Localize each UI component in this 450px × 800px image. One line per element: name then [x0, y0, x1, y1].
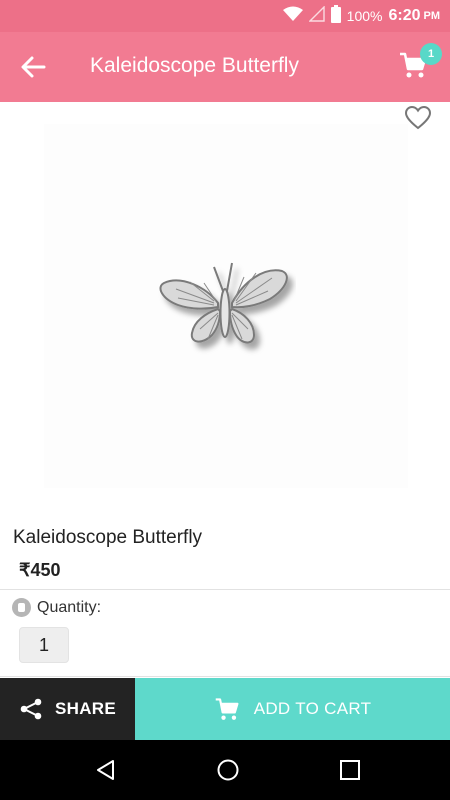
- divider: [0, 676, 450, 677]
- divider: [0, 589, 450, 590]
- share-button[interactable]: SHARE: [0, 678, 135, 740]
- back-arrow-icon: [21, 56, 46, 78]
- nav-home-button[interactable]: [214, 756, 242, 784]
- quantity-row: Quantity:: [12, 598, 101, 617]
- nav-recents-button[interactable]: [336, 756, 364, 784]
- add-to-cart-label: ADD TO CART: [253, 699, 372, 718]
- back-button[interactable]: [16, 51, 50, 83]
- battery-icon: [330, 4, 341, 28]
- navigation-bar: [0, 740, 450, 800]
- status-bar-right: 100% 6:20 PM: [282, 0, 441, 32]
- signal-icon: [307, 4, 325, 27]
- toolbar: Kaleidoscope Butterfly: [0, 32, 450, 102]
- share-icon: [20, 698, 42, 720]
- nav-home-icon: [217, 759, 239, 781]
- product-name: Kaleidoscope Butterfly: [13, 527, 203, 548]
- quantity-label: Quantity:: [37, 598, 102, 616]
- share-label: SHARE: [54, 699, 116, 718]
- clock-ampm: PM: [423, 10, 441, 22]
- cart-icon: [215, 698, 239, 720]
- butterfly-die-image: [159, 262, 288, 344]
- battery-percent: 100%: [346, 8, 383, 24]
- status-bar: 100% 6:20 PM: [0, 0, 450, 32]
- product-price: ₹450: [19, 560, 61, 580]
- cart-count-badge: 1: [420, 43, 442, 65]
- nav-back-button[interactable]: [92, 756, 120, 784]
- product-image[interactable]: [44, 124, 408, 488]
- clock-time: 6:20: [388, 7, 421, 24]
- quantity-bullet-icon: [12, 598, 31, 617]
- page-title: Kaleidoscope Butterfly: [90, 54, 299, 77]
- add-to-cart-button[interactable]: ADD TO CART: [135, 678, 450, 740]
- quantity-field[interactable]: 1: [19, 627, 69, 663]
- nav-back-icon: [97, 760, 114, 780]
- nav-recents-icon: [340, 760, 360, 780]
- heart-icon: [405, 106, 431, 130]
- wifi-icon: [282, 6, 303, 27]
